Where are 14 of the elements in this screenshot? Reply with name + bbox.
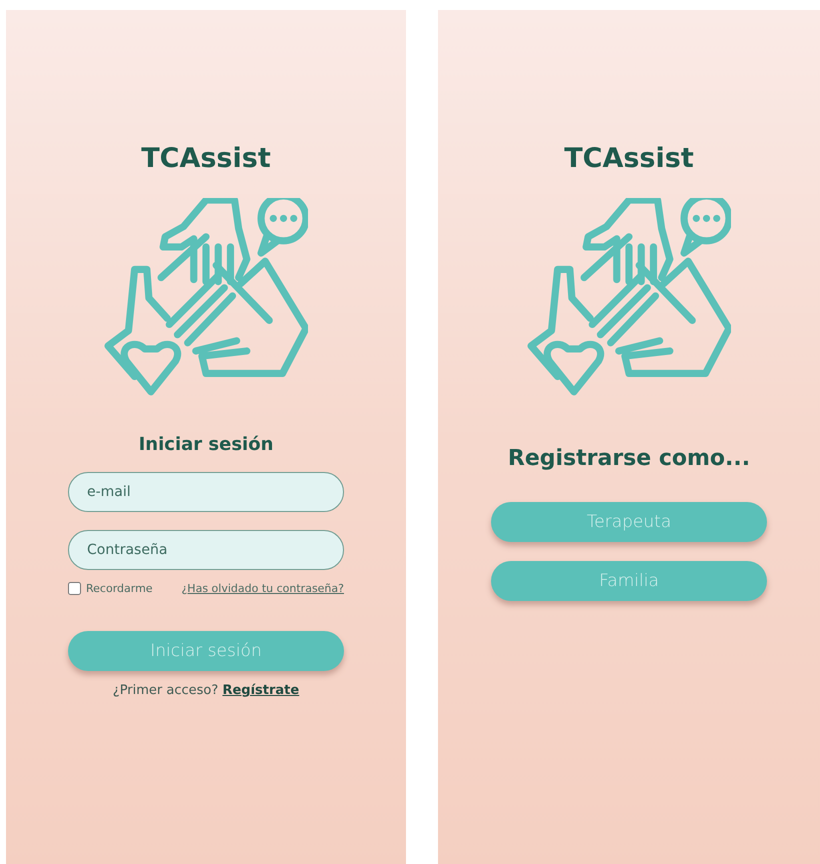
register-heading: Registrarse como...: [508, 446, 750, 472]
register-link[interactable]: Regístrate: [222, 683, 300, 698]
login-heading: Iniciar sesión: [138, 433, 274, 457]
forgot-password-link[interactable]: ¿Has olvidado tu contraseña?: [181, 582, 344, 595]
remember-checkbox[interactable]: [68, 582, 81, 595]
role-button[interactable]: Familia: [491, 561, 767, 601]
app-title: TCAssist: [141, 142, 271, 176]
password-field[interactable]: Contraseña: [68, 530, 344, 570]
role-button[interactable]: Terapeuta: [491, 502, 767, 542]
login-button[interactable]: Iniciar sesión: [68, 631, 344, 671]
remember-label: Recordarme: [86, 582, 153, 595]
app-title: TCAssist: [564, 142, 694, 176]
register-prompt: ¿Primer acceso? Regístrate: [112, 683, 300, 698]
email-field[interactable]: e-mail: [68, 472, 344, 512]
